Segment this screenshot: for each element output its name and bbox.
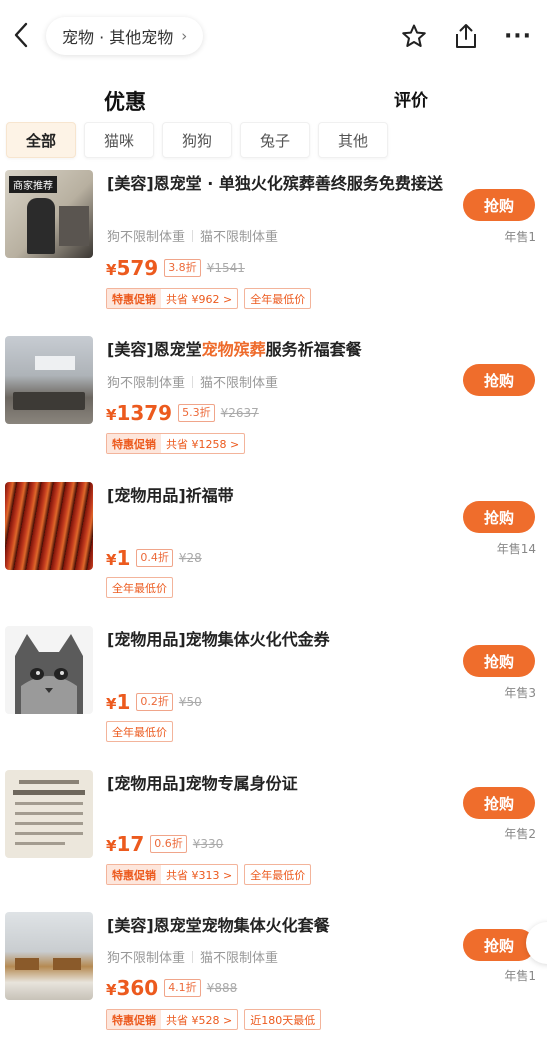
original-price: ¥50	[178, 695, 202, 709]
product-thumbnail: 商家推荐	[5, 170, 93, 258]
spec-dog: 狗不限制体重	[107, 376, 186, 391]
product-title: [宠物用品]宠物专属身份证	[107, 774, 298, 793]
product-thumbnail	[5, 626, 93, 714]
discount-badge: 5.3折	[178, 404, 215, 422]
cat-photo	[15, 634, 83, 714]
original-price: ¥888	[206, 981, 238, 995]
breadcrumb-label: 宠物 · 其他宠物	[62, 28, 174, 47]
spec-dog: 狗不限制体重	[107, 951, 186, 966]
discount-badge: 0.6折	[150, 835, 187, 853]
discount-badge: 3.8折	[164, 259, 201, 277]
lowest-price-tag: 近180天最低	[244, 1009, 322, 1030]
discount-badge: 4.1折	[164, 979, 201, 997]
product-thumbnail	[5, 482, 93, 570]
price-line: ¥1379 5.3折 ¥2637	[106, 401, 259, 425]
price: ¥579	[106, 256, 159, 280]
price: ¥1379	[106, 401, 173, 425]
buy-button[interactable]: 抢购	[463, 787, 535, 819]
star-icon	[402, 24, 426, 47]
promo-tags: 全年最低价	[106, 577, 179, 598]
spec-cat: 猫不限制体重	[200, 230, 279, 245]
category-breadcrumb[interactable]: 宠物 · 其他宠物 ›	[46, 17, 204, 55]
price: ¥360	[106, 976, 159, 1000]
original-price: ¥330	[192, 837, 224, 851]
more-icon[interactable]: ···	[502, 20, 534, 52]
chevron-right-icon: ›	[181, 27, 188, 45]
promo-tags: 特惠促销 共省 ¥528 > 近180天最低	[106, 1009, 327, 1030]
buy-button[interactable]: 抢购	[463, 929, 535, 961]
merchant-recommend-badge: 商家推荐	[9, 176, 57, 193]
price-line: ¥360 4.1折 ¥888	[106, 976, 237, 1000]
original-price: ¥28	[178, 551, 202, 565]
annual-sales: 年售1	[504, 230, 536, 244]
product-title: [美容]恩宠堂宠物集体火化套餐	[107, 916, 330, 935]
price-line: ¥17 0.6折 ¥330	[106, 832, 223, 856]
filter-dogs[interactable]: 狗狗	[162, 122, 232, 158]
lowest-price-tag: 全年最低价	[106, 577, 173, 598]
product-specs: 狗不限制体重 猫不限制体重	[107, 947, 278, 966]
discount-badge: 0.4折	[136, 549, 173, 567]
product-specs: 狗不限制体重 猫不限制体重	[107, 226, 278, 245]
product-thumbnail	[5, 770, 93, 858]
promo-tag[interactable]: 特惠促销 共省 ¥313 >	[106, 864, 239, 885]
product-title: [宠物用品]祈福带	[107, 486, 234, 505]
title-highlight: 宠物殡葬	[201, 340, 266, 359]
tab-reviews[interactable]: 评价	[394, 86, 428, 111]
product-thumbnail	[5, 912, 93, 1000]
favorite-button[interactable]	[398, 20, 430, 52]
filter-rabbits[interactable]: 兔子	[240, 122, 310, 158]
promo-tag[interactable]: 特惠促销 共省 ¥1258 >	[106, 433, 246, 454]
price: ¥1	[106, 690, 131, 714]
annual-sales: 年售1	[504, 969, 536, 983]
top-bar: 宠物 · 其他宠物 › ···	[0, 0, 547, 72]
floating-side-button[interactable]	[526, 922, 547, 964]
price-line: ¥579 3.8折 ¥1541	[106, 256, 245, 280]
product-title: [美容]恩宠堂宠物殡葬服务祈福套餐	[107, 340, 362, 359]
price-line: ¥1 0.4折 ¥28	[106, 546, 202, 570]
lowest-price-tag: 全年最低价	[244, 864, 312, 885]
original-price: ¥2637	[220, 406, 259, 420]
share-button[interactable]	[450, 20, 482, 52]
spec-dog: 狗不限制体重	[107, 230, 186, 245]
price: ¥17	[106, 832, 145, 856]
spec-cat: 猫不限制体重	[200, 951, 279, 966]
buy-button[interactable]: 抢购	[463, 189, 535, 221]
lowest-price-tag: 全年最低价	[244, 288, 312, 309]
back-button[interactable]	[8, 18, 34, 52]
annual-sales: 年售3	[504, 686, 536, 700]
filter-all[interactable]: 全部	[6, 122, 76, 158]
annual-sales: 年售14	[496, 542, 536, 556]
spec-cat: 猫不限制体重	[200, 376, 279, 391]
tab-deals-label: 优惠	[104, 90, 146, 114]
promo-tags: 特惠促销 共省 ¥313 > 全年最低价	[106, 864, 317, 885]
buy-button[interactable]: 抢购	[463, 501, 535, 533]
promo-tag[interactable]: 特惠促销 共省 ¥528 >	[106, 1009, 239, 1030]
lowest-price-tag: 全年最低价	[106, 721, 173, 742]
promo-tag[interactable]: 特惠促销 共省 ¥962 >	[106, 288, 239, 309]
product-thumbnail	[5, 336, 93, 424]
tab-deals[interactable]: 优惠	[104, 86, 146, 116]
price: ¥1	[106, 546, 131, 570]
discount-badge: 0.2折	[136, 693, 173, 711]
product-title: [宠物用品]宠物集体火化代金券	[107, 630, 330, 649]
product-title: [美容]恩宠堂 · 单独火化殡葬善终服务免费接送	[107, 174, 443, 193]
buy-button[interactable]: 抢购	[463, 645, 535, 677]
product-specs: 狗不限制体重 猫不限制体重	[107, 372, 278, 391]
promo-tags: 全年最低价	[106, 721, 179, 742]
tab-reviews-label: 评价	[394, 91, 428, 111]
promo-tags: 特惠促销 共省 ¥962 > 全年最低价	[106, 288, 317, 309]
filter-chips: 全部 猫咪 狗狗 兔子 其他	[0, 122, 547, 160]
price-line: ¥1 0.2折 ¥50	[106, 690, 202, 714]
chevron-left-icon	[14, 22, 28, 48]
promo-tags: 特惠促销 共省 ¥1258 >	[106, 433, 251, 454]
filter-cats[interactable]: 猫咪	[84, 122, 154, 158]
share-icon	[456, 24, 476, 48]
annual-sales: 年售2	[504, 827, 536, 841]
buy-button[interactable]: 抢购	[463, 364, 535, 396]
filter-other[interactable]: 其他	[318, 122, 388, 158]
original-price: ¥1541	[206, 261, 245, 275]
